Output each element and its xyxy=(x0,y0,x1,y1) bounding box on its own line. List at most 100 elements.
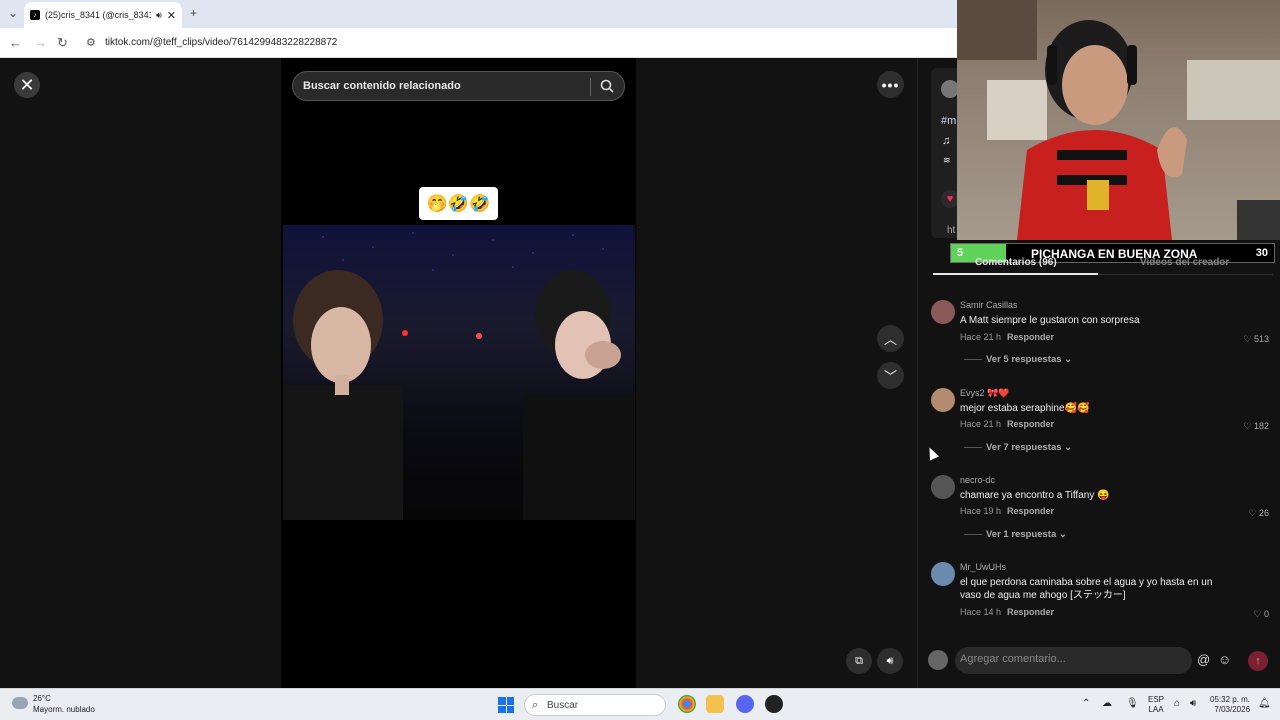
comment-likes[interactable]: ♡ 182 xyxy=(1243,421,1269,432)
reload-icon[interactable]: ↻ xyxy=(57,35,68,51)
close-icon: ✕ xyxy=(19,74,35,95)
reply-button[interactable]: Responder xyxy=(1007,607,1054,617)
heart-icon: ♥ xyxy=(946,193,954,205)
like-count: 0 xyxy=(1263,609,1269,619)
video-scene-image xyxy=(283,232,635,520)
volume-icon: 🔊︎ xyxy=(886,654,894,667)
chrome-icon[interactable] xyxy=(678,695,696,713)
link-fragment[interactable]: ht xyxy=(947,225,955,236)
view-replies-button[interactable]: Ver 1 respuesta ⌄ xyxy=(964,529,1067,540)
search-icon[interactable] xyxy=(599,78,615,94)
app-icon[interactable] xyxy=(765,695,783,713)
avatar[interactable] xyxy=(931,388,955,412)
current-user-avatar[interactable] xyxy=(928,650,948,670)
reply-button[interactable]: Responder xyxy=(1007,419,1054,429)
view-replies-button[interactable]: Ver 7 respuestas ⌄ xyxy=(964,442,1072,453)
related-search-box[interactable] xyxy=(292,71,625,101)
avatar[interactable] xyxy=(931,300,955,324)
reply-button[interactable]: Responder xyxy=(1007,506,1054,516)
comment-meta: Hace 14 h Responder xyxy=(960,607,1054,617)
comment-username[interactable]: Mr_UwUHs xyxy=(960,562,1006,572)
like-count: 26 xyxy=(1258,508,1269,518)
lang-layout: LAA xyxy=(1148,705,1164,714)
mention-icon[interactable]: @ xyxy=(1197,652,1210,667)
comment-item: Samir Casillas A Matt siempre le gustaro… xyxy=(931,300,1271,370)
arrow-up-icon: ↑ xyxy=(1255,655,1261,667)
comment-likes[interactable]: ♡ 513 xyxy=(1243,334,1269,345)
speaker-icon[interactable]: 🔊︎ xyxy=(156,10,162,21)
comment-item: Evys2 🎀❤️ mejor estaba seraphine🥰🥰 Hace … xyxy=(931,388,1271,458)
send-comment-button[interactable]: ↑ xyxy=(1248,651,1268,671)
lang-code: ESP xyxy=(1148,695,1165,704)
close-tab-icon[interactable]: ✕ xyxy=(167,9,176,22)
comment-text: el que perdona caminaba sobre el agua y … xyxy=(960,577,1213,601)
tab-title: (25)cris_8341 (@cris_8341) | xyxy=(45,10,152,20)
taskbar-clock[interactable]: 05:32 p. m. 7/03/2026 xyxy=(1210,695,1250,715)
comment-time: Hace 21 h xyxy=(960,419,1002,429)
comment-item: Mr_UwUHs el que perdona caminaba sobre e… xyxy=(931,562,1271,622)
avatar[interactable] xyxy=(931,475,955,499)
comment-time: Hace 14 h xyxy=(960,607,1002,617)
notification-bell-icon[interactable]: 🔔︎ xyxy=(1258,698,1271,709)
comment-text: A Matt siempre le gustaron con sorpresa xyxy=(960,315,1140,326)
comment-username[interactable]: Evys2 🎀❤️ xyxy=(960,388,1009,399)
clock-time: 05:32 p. m. xyxy=(1210,695,1251,704)
comment-input[interactable] xyxy=(960,653,1160,665)
ellipsis-icon: ••• xyxy=(881,76,900,93)
like-count: 513 xyxy=(1253,334,1269,344)
language-indicator[interactable]: ESP LAA xyxy=(1148,695,1164,715)
comment-likes[interactable]: ♡ 26 xyxy=(1248,508,1269,519)
speaker-icon[interactable]: 🔊︎ xyxy=(1190,698,1196,709)
more-options-button[interactable]: ••• xyxy=(877,71,904,98)
clock-date: 7/03/2026 xyxy=(1214,705,1251,714)
comment-likes[interactable]: ♡ 0 xyxy=(1253,609,1269,620)
volume-button[interactable]: 🔊︎ xyxy=(877,648,903,674)
comment-username[interactable]: Samir Casillas xyxy=(960,300,1018,310)
view-replies-label: Ver 5 respuestas xyxy=(986,354,1062,365)
weather-widget[interactable]: 26°C Mayorm. nublado xyxy=(12,693,95,715)
comments-tabs: Comentarios (96) Videos del creador xyxy=(933,257,1273,275)
discord-icon[interactable] xyxy=(736,695,754,713)
windows-start-icon[interactable] xyxy=(498,697,514,713)
emoji-icon[interactable]: ☺ xyxy=(1218,652,1231,667)
tab-comments[interactable]: Comentarios (96) xyxy=(975,257,1057,268)
reply-button[interactable]: Responder xyxy=(1007,332,1054,342)
comment-time: Hace 19 h xyxy=(960,506,1002,516)
taskbar-search[interactable]: ⌕ Buscar xyxy=(524,694,666,716)
effect-icon: ≋ xyxy=(943,155,951,165)
tiktok-favicon-icon: ♪ xyxy=(30,10,40,20)
comment-input-box[interactable] xyxy=(955,647,1192,674)
back-arrow-icon[interactable]: ← xyxy=(9,35,22,50)
comment-meta: Hace 21 h Responder xyxy=(960,332,1054,342)
file-explorer-icon[interactable] xyxy=(706,695,724,713)
previous-video-button[interactable]: ︿ xyxy=(877,325,904,352)
comment-text: chamare ya encontro a Tiffany 😝 xyxy=(960,490,1110,501)
new-tab-icon[interactable]: + xyxy=(190,6,197,20)
comment-time: Hace 21 h xyxy=(960,332,1002,342)
avatar[interactable] xyxy=(931,562,955,586)
taskbar-search-label: Buscar xyxy=(547,700,579,711)
chevron-up-icon: ︿ xyxy=(883,332,897,347)
site-info-icon[interactable]: ⚙ xyxy=(86,36,96,49)
comment-text: mejor estaba seraphine🥰🥰 xyxy=(960,403,1090,414)
comment-meta: Hace 21 h Responder xyxy=(960,419,1054,429)
forward-arrow-icon[interactable]: → xyxy=(34,35,47,50)
view-replies-button[interactable]: Ver 5 respuestas ⌄ xyxy=(964,354,1072,365)
pip-button[interactable]: ⧉ xyxy=(846,648,872,674)
wifi-icon[interactable]: ⌂ xyxy=(1174,698,1180,709)
related-search-input[interactable] xyxy=(303,80,583,92)
comment-item: necro-dc chamare ya encontro a Tiffany 😝… xyxy=(931,475,1271,545)
chevron-up-icon[interactable]: ⌃ xyxy=(1082,698,1090,709)
url-text[interactable]: tiktok.com/@teff_clips/video/76142994832… xyxy=(105,37,337,48)
next-video-button[interactable]: ﹀ xyxy=(877,362,904,389)
tab-list-icon[interactable]: ⌄ xyxy=(8,6,18,20)
close-video-button[interactable]: ✕ xyxy=(14,72,40,98)
microphone-icon[interactable]: 🎙︎ xyxy=(1126,698,1139,709)
network-tray-icon[interactable]: ☁ xyxy=(1102,698,1112,709)
hashtag-link[interactable]: #m xyxy=(941,115,956,127)
chevron-down-icon: ﹀ xyxy=(883,369,897,384)
comment-username[interactable]: necro-dc xyxy=(960,475,995,485)
browser-tab[interactable]: ♪ (25)cris_8341 (@cris_8341) | 🔊︎ ✕ xyxy=(24,2,182,28)
video-frame xyxy=(283,225,635,520)
tab-creator-videos[interactable]: Videos del creador xyxy=(1140,257,1229,268)
